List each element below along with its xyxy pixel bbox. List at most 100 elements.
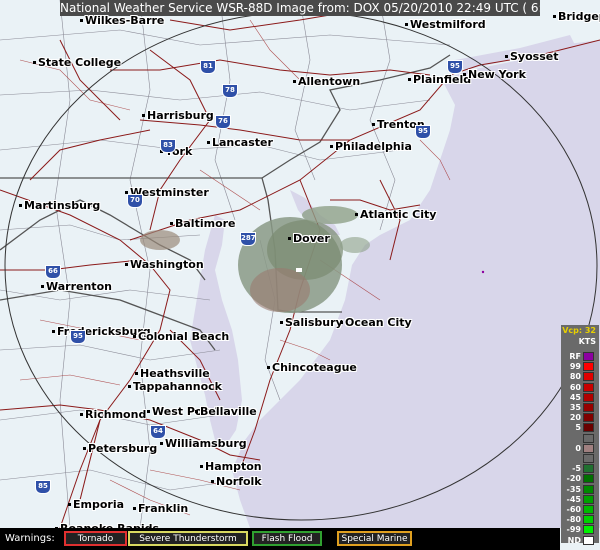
city-label: Lancaster <box>212 136 273 149</box>
city-dot <box>330 145 333 148</box>
city-dot <box>280 321 283 324</box>
legend-swatch <box>583 525 594 535</box>
city-dot <box>19 204 22 207</box>
city-label: Tappahannock <box>133 380 222 393</box>
warning-toggle-flash-flood[interactable]: Flash Flood <box>252 531 322 546</box>
legend-value: ND <box>567 535 581 545</box>
radar-viewer: National Weather Service WSR-88D Image f… <box>0 0 600 550</box>
interstate-shield-icon: 85 <box>35 480 51 494</box>
city-dot <box>68 503 71 506</box>
legend-swatch <box>583 505 594 514</box>
city-label: State College <box>38 56 122 69</box>
city-label: Williamsburg <box>165 437 247 450</box>
legend-swatch <box>583 464 594 474</box>
city-dot <box>147 410 150 413</box>
city-dot <box>293 80 296 83</box>
city-dot <box>200 465 203 468</box>
city-label: Wilkes-Barre <box>85 14 165 27</box>
city-label: Harrisburg <box>147 109 214 122</box>
interstate-shield-icon: 66 <box>45 265 61 279</box>
legend-swatch <box>583 474 594 484</box>
city-label: Franklin <box>138 502 189 515</box>
interstate-shield-icon: 70 <box>127 194 143 208</box>
city-dot <box>195 410 198 413</box>
city-dot <box>355 213 358 216</box>
interstate-shield-icon: 81 <box>200 60 216 74</box>
city-dot <box>211 480 214 483</box>
city-dot <box>170 222 173 225</box>
city-label: Dover <box>293 232 330 245</box>
interstate-shield-icon: 83 <box>160 139 176 153</box>
city-dot <box>80 413 83 416</box>
legend-swatch <box>583 413 594 423</box>
city-dot <box>463 73 466 76</box>
city-dot <box>80 19 83 22</box>
city-label: Norfolk <box>216 475 262 488</box>
city-dot <box>135 372 138 375</box>
city-label: Bridgeport <box>558 10 600 23</box>
city-dot <box>125 263 128 266</box>
city-label: Westmilford <box>410 18 486 31</box>
interstate-shield-icon: 95 <box>70 330 86 344</box>
legend-swatch <box>583 352 594 361</box>
city-dot <box>408 78 411 81</box>
city-label: Warrenton <box>46 280 112 293</box>
legend-row: ND <box>561 535 599 546</box>
city-label: Hampton <box>205 460 262 473</box>
interstate-shield-icon: 76 <box>215 115 231 129</box>
city-label: Bellaville <box>200 405 257 418</box>
city-dot <box>133 335 136 338</box>
legend-swatch <box>583 454 594 463</box>
city-dot <box>372 123 375 126</box>
interstate-shield-icon: 287 <box>240 232 256 246</box>
legend-swatch <box>583 535 594 545</box>
city-label: Martinsburg <box>24 199 101 212</box>
city-label: Heathsville <box>140 367 210 380</box>
legend-swatch <box>583 515 594 525</box>
legend-swatch <box>583 433 594 443</box>
city-dot <box>267 366 270 369</box>
legend-swatch <box>583 403 594 412</box>
legend-swatch <box>583 372 594 382</box>
city-label: New York <box>468 68 526 81</box>
city-label: Syosset <box>510 50 559 63</box>
city-dot <box>207 141 210 144</box>
interstate-shield-icon: 64 <box>150 425 166 439</box>
city-dot <box>83 447 86 450</box>
warning-toggle-tornado[interactable]: Tornado <box>64 531 127 546</box>
warning-toggle-severe-thunderstorm[interactable]: Severe Thunderstorm <box>128 531 248 546</box>
city-label: Baltimore <box>175 217 236 230</box>
city-dot <box>553 15 556 18</box>
city-label: Colonial Beach <box>138 330 230 343</box>
legend-units: KTS <box>578 337 596 346</box>
velocity-legend: Vcp: 32 KTS RF 99 80 60 45 35 20 5 0 -5 -20 -35 -45-… <box>561 325 599 546</box>
legend-swatch <box>583 423 594 433</box>
city-dot <box>405 23 408 26</box>
city-label: Chincoteague <box>272 361 357 374</box>
legend-product: Vcp: 32 <box>562 326 596 335</box>
city-dot <box>505 55 508 58</box>
city-label: Richmond <box>85 408 147 421</box>
city-dot <box>33 61 36 64</box>
warnings-label: Warnings: <box>5 533 55 544</box>
city-label: Washington <box>130 258 204 271</box>
legend-swatch <box>583 443 594 453</box>
interstate-shield-icon: 95 <box>447 60 463 74</box>
city-label: Philadelphia <box>335 140 412 153</box>
city-dot <box>340 321 343 324</box>
city-label: Ocean City <box>345 316 412 329</box>
interstate-shield-icon: 78 <box>222 84 238 98</box>
legend-swatch <box>583 494 594 504</box>
warning-toggle-special-marine[interactable]: Special Marine <box>337 531 412 546</box>
city-dot <box>133 507 136 510</box>
city-dot <box>288 237 291 240</box>
interstate-shield-icon: 95 <box>415 125 431 139</box>
legend-swatch <box>583 382 594 392</box>
city-label: Salisbury <box>285 316 343 329</box>
city-label: Petersburg <box>88 442 158 455</box>
city-label: Allentown <box>298 75 361 88</box>
legend-swatch <box>583 484 594 494</box>
city-dot <box>41 285 44 288</box>
city-dot <box>52 330 55 333</box>
warnings-bar: Warnings: Tornado Severe Thunderstorm Flas… <box>0 528 560 550</box>
